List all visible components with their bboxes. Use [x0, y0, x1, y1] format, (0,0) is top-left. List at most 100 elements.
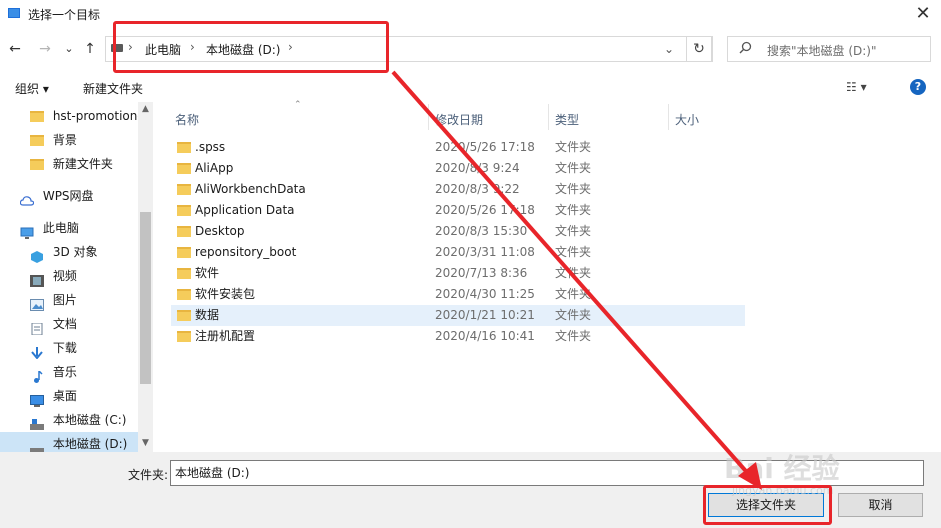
sidebar-item-hst-promotion[interactable]: hst-promotion-: [30, 104, 142, 128]
table-row[interactable]: Application Data 2020/5/26 17:18 文件夹: [171, 200, 745, 221]
column-header-date[interactable]: 修改日期: [435, 111, 483, 128]
document-icon: [30, 319, 44, 335]
sidebar-scroll-thumb[interactable]: [140, 212, 151, 384]
file-name: Desktop: [195, 224, 245, 238]
scroll-up-arrow-icon[interactable]: ▲: [138, 102, 153, 116]
table-row[interactable]: .spss 2020/5/26 17:18 文件夹: [171, 137, 745, 158]
sidebar-item-label: 下载: [52, 341, 77, 355]
recent-locations-button[interactable]: ⌄: [60, 40, 78, 58]
folder-icon: [30, 135, 44, 146]
music-icon: [30, 367, 44, 383]
sidebar-item-label: hst-promotion-: [52, 109, 142, 123]
sort-arrow-icon: ⌃: [294, 100, 302, 110]
sidebar-item-pictures[interactable]: 图片: [30, 288, 77, 312]
file-type: 文件夹: [555, 308, 592, 322]
file-type: 文件夹: [555, 245, 592, 259]
sidebar-item-label: WPS网盘: [42, 189, 94, 203]
sidebar-item-desktop[interactable]: 桌面: [30, 384, 77, 408]
sidebar-item-label: 3D 对象: [52, 245, 98, 259]
file-date: 2020/8/3 15:30: [435, 224, 528, 238]
annotation-highlight-button: [703, 485, 832, 525]
folder-icon: [177, 331, 191, 342]
baidu-watermark: Bai 经验: [724, 452, 840, 485]
up-button[interactable]: ↑: [81, 40, 99, 58]
address-dropdown-button[interactable]: ⌄: [660, 38, 678, 60]
sidebar-item-new-folder[interactable]: 新建文件夹: [30, 152, 113, 176]
column-divider[interactable]: [668, 104, 669, 130]
folder-label: 文件夹:: [128, 468, 169, 482]
close-button[interactable]: ✕: [908, 2, 938, 26]
table-row[interactable]: 数据 2020/1/21 10:21 文件夹: [171, 305, 745, 326]
sidebar-item-music[interactable]: 音乐: [30, 360, 77, 384]
window-title: 选择一个目标: [28, 8, 101, 22]
folder-icon: [177, 205, 191, 216]
table-row[interactable]: AliApp 2020/8/3 9:24 文件夹: [171, 158, 745, 179]
file-type: 文件夹: [555, 182, 592, 196]
file-date: 2020/4/30 11:25: [435, 287, 535, 301]
help-icon[interactable]: ?: [910, 79, 926, 95]
column-divider[interactable]: [548, 104, 549, 130]
file-type: 文件夹: [555, 287, 592, 301]
sidebar-item-label: 本地磁盘 (D:): [52, 437, 128, 451]
table-row[interactable]: 注册机配置 2020/4/16 10:41 文件夹: [171, 326, 745, 347]
forward-button[interactable]: →: [36, 40, 54, 58]
picture-icon: [30, 295, 44, 311]
column-divider[interactable]: [428, 104, 429, 130]
column-header-type[interactable]: 类型: [555, 111, 579, 128]
file-date: 2020/5/26 17:18: [435, 203, 535, 217]
column-header-name[interactable]: 名称: [175, 111, 199, 128]
folder-icon: [177, 268, 191, 279]
sidebar-item-drive-c[interactable]: 本地磁盘 (C:): [30, 408, 126, 432]
back-button[interactable]: ←: [6, 40, 24, 58]
sidebar-item-wps-cloud[interactable]: WPS网盘: [19, 184, 94, 208]
file-date: 2020/7/13 8:36: [435, 266, 528, 280]
annotation-highlight-address: [113, 21, 389, 73]
file-name: 软件: [195, 266, 220, 280]
cloud-icon: [19, 191, 35, 206]
sidebar-item-background[interactable]: 背景: [30, 128, 77, 152]
folder-icon: [30, 159, 44, 170]
file-name: 注册机配置: [195, 329, 256, 343]
scroll-down-arrow-icon[interactable]: ▼: [138, 436, 153, 450]
view-options-button[interactable]: ☷ ▾: [846, 80, 867, 94]
file-name: 数据: [195, 308, 220, 322]
file-date: 2020/8/3 9:22: [435, 182, 520, 196]
folder-icon: [177, 184, 191, 195]
table-row[interactable]: 软件 2020/7/13 8:36 文件夹: [171, 263, 745, 284]
table-row[interactable]: 软件安装包 2020/4/30 11:25 文件夹: [171, 284, 745, 305]
sidebar-item-documents[interactable]: 文档: [30, 312, 77, 336]
sidebar-item-downloads[interactable]: 下载: [30, 336, 77, 360]
column-header-size[interactable]: 大小: [675, 111, 699, 128]
sidebar-item-this-pc[interactable]: 此电脑: [20, 216, 79, 240]
sidebar-item-3d-objects[interactable]: 3D 对象: [30, 240, 98, 264]
computer-icon: [20, 223, 34, 239]
organize-button[interactable]: 组织 ▾: [15, 80, 49, 97]
file-type: 文件夹: [555, 161, 592, 175]
refresh-button[interactable]: ↻: [686, 36, 712, 62]
cancel-button[interactable]: 取消: [838, 493, 923, 517]
navigation-pane: hst-promotion- 背景 新建文件夹 WPS网盘 此电脑 3D 对象 …: [0, 102, 153, 452]
folder-icon: [30, 111, 44, 122]
sidebar-item-label: 桌面: [52, 389, 77, 403]
cube-icon: [30, 247, 44, 263]
table-row[interactable]: Desktop 2020/8/3 15:30 文件夹: [171, 221, 745, 242]
file-name: reponsitory_boot: [195, 245, 297, 259]
desktop-icon: [30, 391, 44, 407]
new-folder-button[interactable]: 新建文件夹: [83, 80, 143, 97]
table-row[interactable]: AliWorkbenchData 2020/8/3 9:22 文件夹: [171, 179, 745, 200]
folder-icon: [177, 142, 191, 153]
sidebar-item-label: 音乐: [52, 365, 77, 379]
sidebar-item-label: 视频: [52, 269, 77, 283]
file-type: 文件夹: [555, 329, 592, 343]
video-icon: [30, 271, 44, 287]
file-type: 文件夹: [555, 140, 592, 154]
sidebar-item-videos[interactable]: 视频: [30, 264, 77, 288]
file-name: 软件安装包: [195, 287, 256, 301]
file-date: 2020/5/26 17:18: [435, 140, 535, 154]
file-type: 文件夹: [555, 203, 592, 217]
drive-icon: [30, 439, 44, 452]
drive-icon: [30, 415, 44, 430]
sidebar-item-label: 背景: [52, 133, 77, 147]
table-row[interactable]: reponsitory_boot 2020/3/31 11:08 文件夹: [171, 242, 745, 263]
sidebar-item-drive-d[interactable]: 本地磁盘 (D:): [0, 432, 138, 452]
